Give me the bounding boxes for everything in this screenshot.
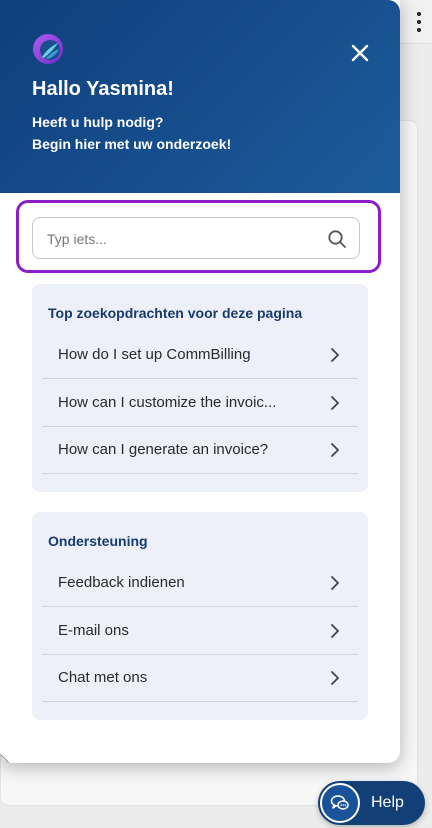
chevron-right-icon <box>331 576 339 590</box>
greeting-title: Hallo Yasmina! <box>32 78 174 100</box>
more-options-icon[interactable] <box>414 12 424 32</box>
chevron-right-icon <box>331 624 339 638</box>
top-searches-title: Top zoekopdrachten voor deze pagina <box>48 305 303 321</box>
support-title: Ondersteuning <box>48 533 148 549</box>
feedback-link[interactable]: Feedback indienen <box>42 559 358 607</box>
search-icon[interactable] <box>327 229 347 249</box>
list-item-label: E-mail ons <box>58 622 129 639</box>
chevron-right-icon <box>331 396 339 410</box>
widget-header: Hallo Yasmina! Heeft u hulp nodig? Begin… <box>0 0 400 193</box>
search-box[interactable] <box>32 217 360 259</box>
list-item[interactable]: How can I customize the invoic... <box>42 379 358 427</box>
list-item-label: Chat met ons <box>58 669 148 686</box>
chevron-right-icon <box>331 348 339 362</box>
resize-handle-icon[interactable] <box>0 752 12 763</box>
help-button[interactable]: Help <box>318 781 425 825</box>
subtitle-line-2: Begin hier met uw onderzoek! <box>32 136 232 152</box>
support-card: Ondersteuning Feedback indienen E-mail o… <box>32 512 368 720</box>
chevron-right-icon <box>331 443 339 457</box>
chevron-right-icon <box>331 671 339 685</box>
subtitle-line-1: Heeft u hulp nodig? <box>32 114 164 130</box>
list-item-label: How can I customize the invoic... <box>58 394 277 411</box>
help-button-label: Help <box>371 794 404 811</box>
chat-link[interactable]: Chat met ons <box>42 654 358 702</box>
list-item[interactable]: How do I set up CommBilling <box>42 331 358 379</box>
list-item-label: How can I generate an invoice? <box>58 441 269 458</box>
chat-bubbles-icon <box>320 783 360 823</box>
list-item-label: How do I set up CommBilling <box>58 346 251 363</box>
search-input[interactable] <box>47 228 317 250</box>
list-item[interactable]: How can I generate an invoice? <box>42 426 358 474</box>
top-searches-card: Top zoekopdrachten voor deze pagina How … <box>32 284 368 492</box>
help-widget: Hallo Yasmina! Heeft u hulp nodig? Begin… <box>0 0 400 763</box>
brand-logo-icon <box>33 34 63 64</box>
close-icon[interactable] <box>346 39 374 67</box>
list-item-label: Feedback indienen <box>58 574 185 591</box>
email-link[interactable]: E-mail ons <box>42 607 358 655</box>
